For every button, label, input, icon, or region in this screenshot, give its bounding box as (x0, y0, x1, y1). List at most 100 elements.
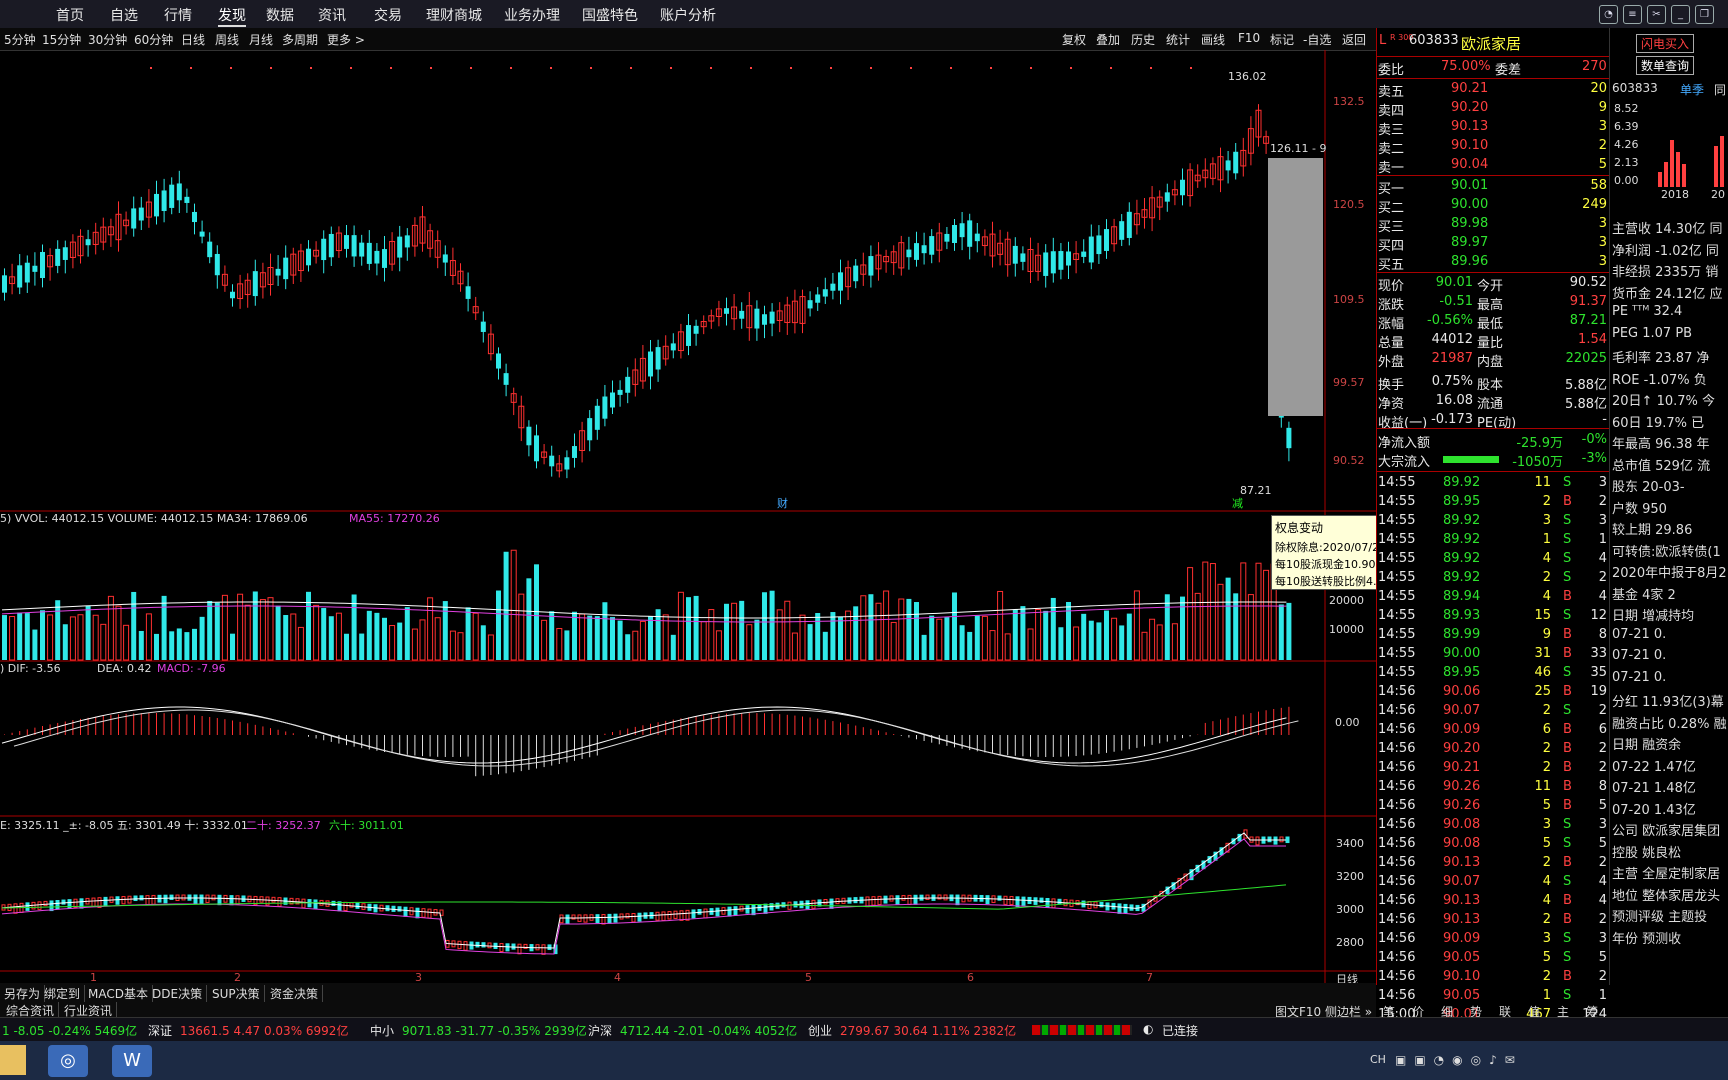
menu-market[interactable]: 行情 (164, 5, 192, 25)
index-cy-label[interactable]: 创业 (808, 1022, 832, 1039)
minimize-icon[interactable]: _ (1671, 5, 1690, 24)
period-daily[interactable]: 日线 (181, 31, 205, 48)
bid-row[interactable]: 买二 90.00 249 (1377, 196, 1609, 216)
ask-row[interactable]: 卖一 90.04 5 (1377, 156, 1609, 176)
index-candle (913, 894, 918, 905)
tick-side: B (1563, 722, 1572, 737)
bottom-tabs: 另存为 绑定到 MACD基本 DDE决策 SUP决策 资金决策 综合资讯 行业资讯 图文F1… (0, 983, 1376, 1019)
index-candle (811, 899, 816, 909)
restore-icon[interactable]: ❐ (1695, 5, 1714, 24)
tick-side: B (1563, 646, 1572, 661)
tick-count: 3 (1598, 817, 1607, 832)
tool-stats[interactable]: 统计 (1166, 31, 1190, 48)
tick-volume: 4 (1542, 893, 1551, 908)
menu-home[interactable]: 首页 (56, 5, 84, 25)
bottom-tab[interactable]: SUP决策 (208, 985, 265, 1002)
ask-row[interactable]: 卖二 90.10 2 (1377, 137, 1609, 157)
menu-data[interactable]: 数据 (266, 5, 294, 25)
bottom-tab[interactable]: 另存为 (0, 985, 46, 1002)
order-query-button[interactable]: 数单查询 (1636, 56, 1695, 75)
bottom-tab[interactable]: 绑定到 (40, 985, 86, 1002)
ask-row[interactable]: 卖三 90.13 3 (1377, 118, 1609, 138)
volume-bar (1081, 613, 1087, 660)
event-marker (790, 67, 792, 69)
tool-draw[interactable]: 画线 (1201, 31, 1225, 48)
fin-tab-quarter[interactable]: 单季 (1680, 81, 1704, 98)
folder-icon[interactable] (0, 1045, 26, 1075)
volume-bar (1263, 569, 1270, 661)
ask-row[interactable]: 卖五 90.21 20 (1377, 80, 1609, 100)
app-wps-icon[interactable]: W (112, 1045, 152, 1077)
tray-icons[interactable]: ▣▣◔◉◎♪✉ (1395, 1053, 1523, 1067)
tick-count: 6 (1598, 722, 1607, 737)
tool-watch[interactable]: -自选 (1303, 31, 1331, 48)
ask-row[interactable]: 卖四 90.20 9 (1377, 99, 1609, 119)
tick-row: 14:55 89.99 9 B 8 (1377, 626, 1609, 645)
bid-row[interactable]: 买三 89.98 3 (1377, 215, 1609, 235)
candle-body (207, 241, 213, 258)
period-30min[interactable]: 30分钟 (88, 31, 127, 48)
quote-label: 量比 (1477, 336, 1504, 351)
menu-trade[interactable]: 交易 (374, 5, 402, 25)
marker-jian[interactable]: 减 (1232, 495, 1243, 511)
volume-bar (366, 610, 372, 660)
chart-area[interactable]: 136.02 126.11 - 9 87.21 财 减 132.5 120.5 … (0, 50, 1376, 986)
index-zx-label[interactable]: 中小 (370, 1022, 394, 1039)
ime-indicator[interactable]: CH (1370, 1053, 1386, 1066)
period-5min[interactable]: 5分钟 (4, 31, 36, 48)
marker-cai[interactable]: 财 (777, 495, 788, 511)
period-60min[interactable]: 60分钟 (134, 31, 173, 48)
menu-guosheng[interactable]: 国盛特色 (582, 5, 638, 25)
candle-body (762, 314, 767, 325)
volume-bar (1233, 593, 1239, 660)
main-menu-bar: 首页 自选 行情 发现 数据 资讯 交易 理财商城 业务办理 国盛特色 账户分析… (0, 0, 1728, 29)
tick-volume: 2 (1542, 912, 1551, 927)
app-guosheng-icon[interactable]: ◎ (48, 1045, 88, 1077)
volume-bar (556, 628, 563, 661)
flash-buy-button[interactable]: 闪电买入 (1636, 34, 1695, 53)
chat-icon[interactable]: ◔ (1599, 5, 1618, 24)
index-candle (625, 913, 630, 919)
menu-account-analysis[interactable]: 账户分析 (660, 5, 716, 25)
volume-bar (184, 632, 190, 660)
bottom-tab[interactable]: DDE决策 (148, 985, 208, 1002)
index-candle (313, 899, 318, 910)
bottom-tab[interactable]: 资金决策 (266, 985, 324, 1002)
menu-wealth-mall[interactable]: 理财商城 (426, 5, 482, 25)
tool-f10[interactable]: F10 (1238, 31, 1260, 45)
period-monthly[interactable]: 月线 (249, 31, 273, 48)
bid-row[interactable]: 买四 89.97 3 (1377, 234, 1609, 254)
volume-bar (632, 630, 639, 661)
candle-body (815, 294, 821, 303)
candle-body (161, 190, 167, 212)
volume-bar (1111, 617, 1118, 661)
menu-news[interactable]: 资讯 (318, 5, 346, 25)
tool-adjust[interactable]: 复权 (1062, 31, 1086, 48)
period-weekly[interactable]: 周线 (215, 31, 239, 48)
index-sz-label[interactable]: 深证 (148, 1022, 172, 1039)
period-15min[interactable]: 15分钟 (42, 31, 81, 48)
volume-bar (290, 613, 297, 661)
bid-row[interactable]: 买五 89.96 3 (1377, 253, 1609, 273)
fin-tab-yoy[interactable]: 同 (1714, 81, 1726, 98)
tools-icon[interactable]: ✂ (1647, 5, 1666, 24)
tool-mark[interactable]: 标记 (1270, 31, 1294, 48)
menu-icon[interactable]: ≡ (1623, 5, 1642, 24)
tick-time: 14:56 (1378, 855, 1416, 870)
bid-row[interactable]: 买一 90.01 58 (1377, 177, 1609, 197)
volume-bar (313, 604, 320, 661)
event-marker (1110, 67, 1112, 69)
menu-watchlist[interactable]: 自选 (110, 5, 138, 25)
tool-history[interactable]: 历史 (1131, 31, 1155, 48)
bottom-tab[interactable]: MACD基本 (84, 985, 153, 1002)
tool-overlay[interactable]: 叠加 (1096, 31, 1120, 48)
index-hs-label[interactable]: 沪深 (588, 1022, 612, 1039)
period-more[interactable]: 更多 > (327, 31, 365, 48)
ask-price: 90.04 (1451, 157, 1489, 172)
menu-business[interactable]: 业务办理 (504, 5, 560, 25)
menu-discover[interactable]: 发现 (218, 5, 246, 27)
index-candle (565, 914, 570, 924)
period-multi[interactable]: 多周期 (282, 31, 318, 48)
fin-year: 20 (1711, 188, 1725, 201)
tool-back[interactable]: 返回 (1342, 31, 1366, 48)
